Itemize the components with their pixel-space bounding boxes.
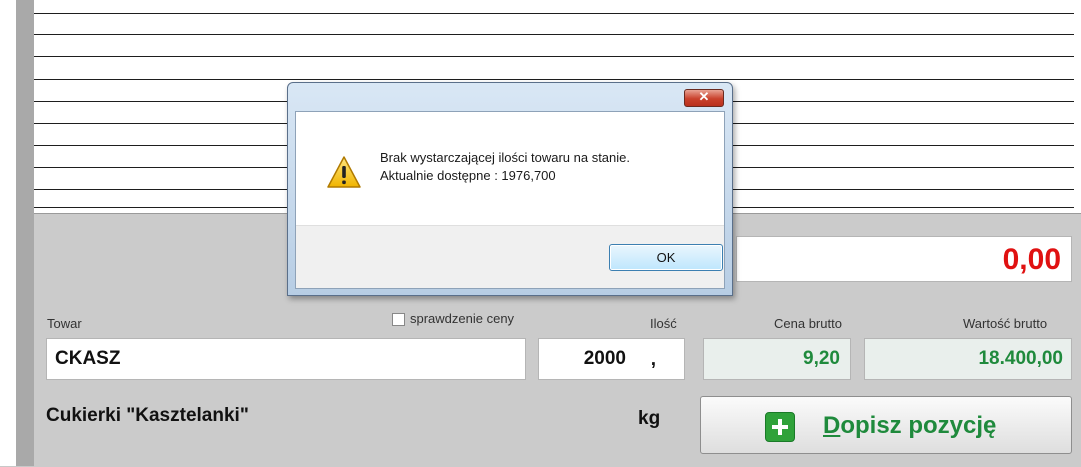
add-position-label: Dopisz pozycję bbox=[823, 412, 996, 440]
towar-label: Towar bbox=[47, 316, 82, 331]
add-position-button[interactable]: Dopisz pozycję bbox=[700, 396, 1072, 454]
ilosc-decimal-separator: , bbox=[650, 349, 656, 370]
grid-row-line bbox=[34, 34, 1074, 35]
add-position-mnemonic: D bbox=[823, 412, 841, 439]
wartosc-brutto-field: 18.400,00 bbox=[864, 338, 1072, 380]
plus-icon bbox=[765, 412, 795, 442]
dialog-body: Brak wystarczającej ilości towaru na sta… bbox=[295, 111, 725, 289]
grid-row-line bbox=[34, 79, 1074, 80]
unit-label: kg bbox=[638, 408, 661, 429]
ilosc-label: Ilość bbox=[650, 316, 677, 331]
left-margin bbox=[0, 0, 16, 466]
total-display: 0,00 bbox=[736, 236, 1072, 282]
cena-label: Cena brutto bbox=[774, 316, 842, 331]
cena-brutto-field: 9,20 bbox=[703, 338, 851, 380]
price-check-checkbox[interactable] bbox=[392, 313, 405, 326]
dialog-message-line2: Aktualnie dostępne : 1976,700 bbox=[380, 168, 556, 183]
dialog-close-button[interactable]: ✕ bbox=[684, 89, 724, 107]
warning-icon bbox=[327, 156, 361, 188]
add-position-label-rest: opisz pozycję bbox=[840, 412, 997, 439]
product-name: Cukierki "Kasztelanki" bbox=[46, 405, 249, 426]
towar-input[interactable]: CKASZ bbox=[46, 338, 526, 380]
left-panel-bar bbox=[16, 0, 34, 466]
wartosc-brutto-value: 18.400,00 bbox=[978, 348, 1063, 369]
ok-button[interactable]: OK bbox=[609, 244, 726, 274]
wartosc-label: Wartość brutto bbox=[963, 316, 1048, 331]
cena-brutto-value: 9,20 bbox=[803, 348, 840, 369]
dialog-message-line1: Brak wystarczającej ilości towaru na sta… bbox=[380, 150, 630, 165]
grid-row-line bbox=[34, 13, 1074, 14]
ok-button-face: OK bbox=[609, 244, 723, 271]
ok-button-label: OK bbox=[656, 250, 676, 265]
grid-row-line bbox=[34, 56, 1074, 57]
price-check-label: sprawdzenie ceny bbox=[410, 311, 515, 326]
ilosc-input[interactable]: 2000 , bbox=[538, 338, 685, 380]
close-icon: ✕ bbox=[698, 89, 710, 104]
ilosc-value: 2000 bbox=[583, 348, 626, 369]
total-value: 0,00 bbox=[1002, 243, 1061, 276]
message-dialog: ✕ Brak wystarczającej ilości towaru na s… bbox=[287, 82, 733, 296]
